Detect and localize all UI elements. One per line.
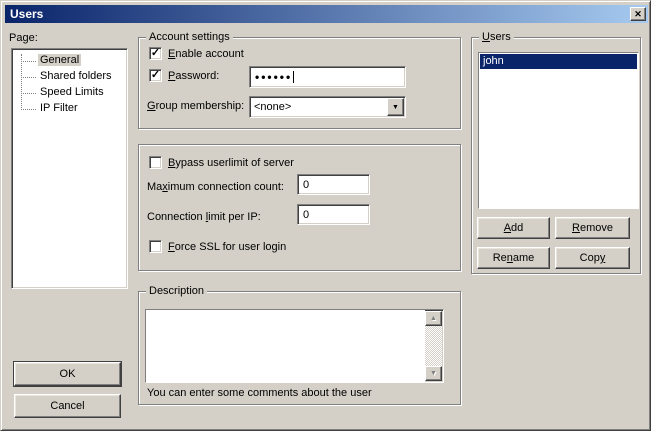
enable-account-label: Enable account: [168, 48, 244, 60]
description-group: Description ▲ ▼ You can enter some comme…: [138, 291, 461, 405]
force-ssl-label: Force SSL for user login: [168, 241, 286, 253]
cancel-button[interactable]: Cancel: [14, 394, 121, 418]
password-checkbox[interactable]: ✓ Password:: [149, 69, 219, 82]
close-button[interactable]: ✕: [630, 7, 646, 21]
max-connection-input[interactable]: 0: [297, 174, 370, 195]
users-list[interactable]: john: [478, 52, 639, 209]
scroll-up-button[interactable]: ▲: [425, 311, 442, 326]
tree-item-general[interactable]: General: [12, 53, 127, 69]
ok-button[interactable]: OK: [14, 362, 121, 386]
scrollbar-track[interactable]: [425, 326, 442, 366]
tree-item-shared-folders[interactable]: Shared folders: [12, 69, 127, 85]
dropdown-button[interactable]: ▼: [387, 98, 404, 116]
users-group: Users john Add Remove Rename Copy: [471, 37, 641, 274]
text-caret: [293, 71, 294, 83]
scroll-down-button[interactable]: ▼: [425, 366, 442, 381]
users-group-title: Users: [479, 31, 514, 43]
account-settings-group: Account settings ✓ Enable account ✓ Pass…: [138, 37, 461, 129]
page-label: Page:: [9, 32, 38, 44]
connection-per-ip-input[interactable]: 0: [297, 204, 370, 225]
connection-per-ip-label: Connection limit per IP:: [147, 211, 261, 223]
group-membership-select[interactable]: <none> ▼: [249, 96, 406, 118]
password-input[interactable]: ••••••: [249, 66, 406, 88]
window-title: Users: [10, 7, 43, 21]
copy-user-button[interactable]: Copy: [555, 247, 630, 269]
description-hint: You can enter some comments about the us…: [147, 387, 372, 399]
vertical-scrollbar[interactable]: ▲ ▼: [425, 311, 442, 381]
force-ssl-checkbox[interactable]: Force SSL for user login: [149, 240, 286, 253]
description-text[interactable]: [146, 310, 425, 382]
max-connection-label: Maximum connection count:: [147, 181, 284, 193]
tree-item-speed-limits[interactable]: Speed Limits: [12, 85, 127, 101]
add-user-button[interactable]: Add: [477, 217, 550, 239]
remove-user-button[interactable]: Remove: [555, 217, 630, 239]
close-icon: ✕: [634, 10, 642, 19]
group-membership-label: Group membership:: [147, 100, 244, 112]
enable-account-checkbox[interactable]: ✓ Enable account: [149, 47, 244, 60]
page-tree[interactable]: General Shared folders Speed Limits IP F…: [11, 48, 128, 289]
description-title: Description: [146, 285, 207, 297]
title-bar[interactable]: Users: [5, 5, 648, 23]
rename-user-button[interactable]: Rename: [477, 247, 550, 269]
scroll-up-icon: ▲: [430, 315, 437, 322]
bypass-userlimit-checkbox[interactable]: Bypass userlimit of server: [149, 156, 294, 169]
password-label: Password:: [168, 70, 219, 82]
users-dialog: Users ✕ Page: General Shared folders Spe…: [0, 0, 651, 431]
check-icon: ✓: [151, 70, 160, 81]
bypass-userlimit-label: Bypass userlimit of server: [168, 157, 294, 169]
scroll-down-icon: ▼: [430, 370, 437, 377]
user-list-item[interactable]: john: [480, 54, 637, 69]
check-icon: ✓: [151, 48, 160, 59]
chevron-down-icon: ▼: [392, 104, 399, 111]
account-settings-title: Account settings: [146, 31, 233, 43]
group-membership-value: <none>: [250, 97, 386, 117]
tree-item-ip-filter[interactable]: IP Filter: [12, 101, 127, 117]
limits-group: Bypass userlimit of server Maximum conne…: [138, 144, 461, 271]
description-textarea[interactable]: ▲ ▼: [145, 309, 444, 383]
